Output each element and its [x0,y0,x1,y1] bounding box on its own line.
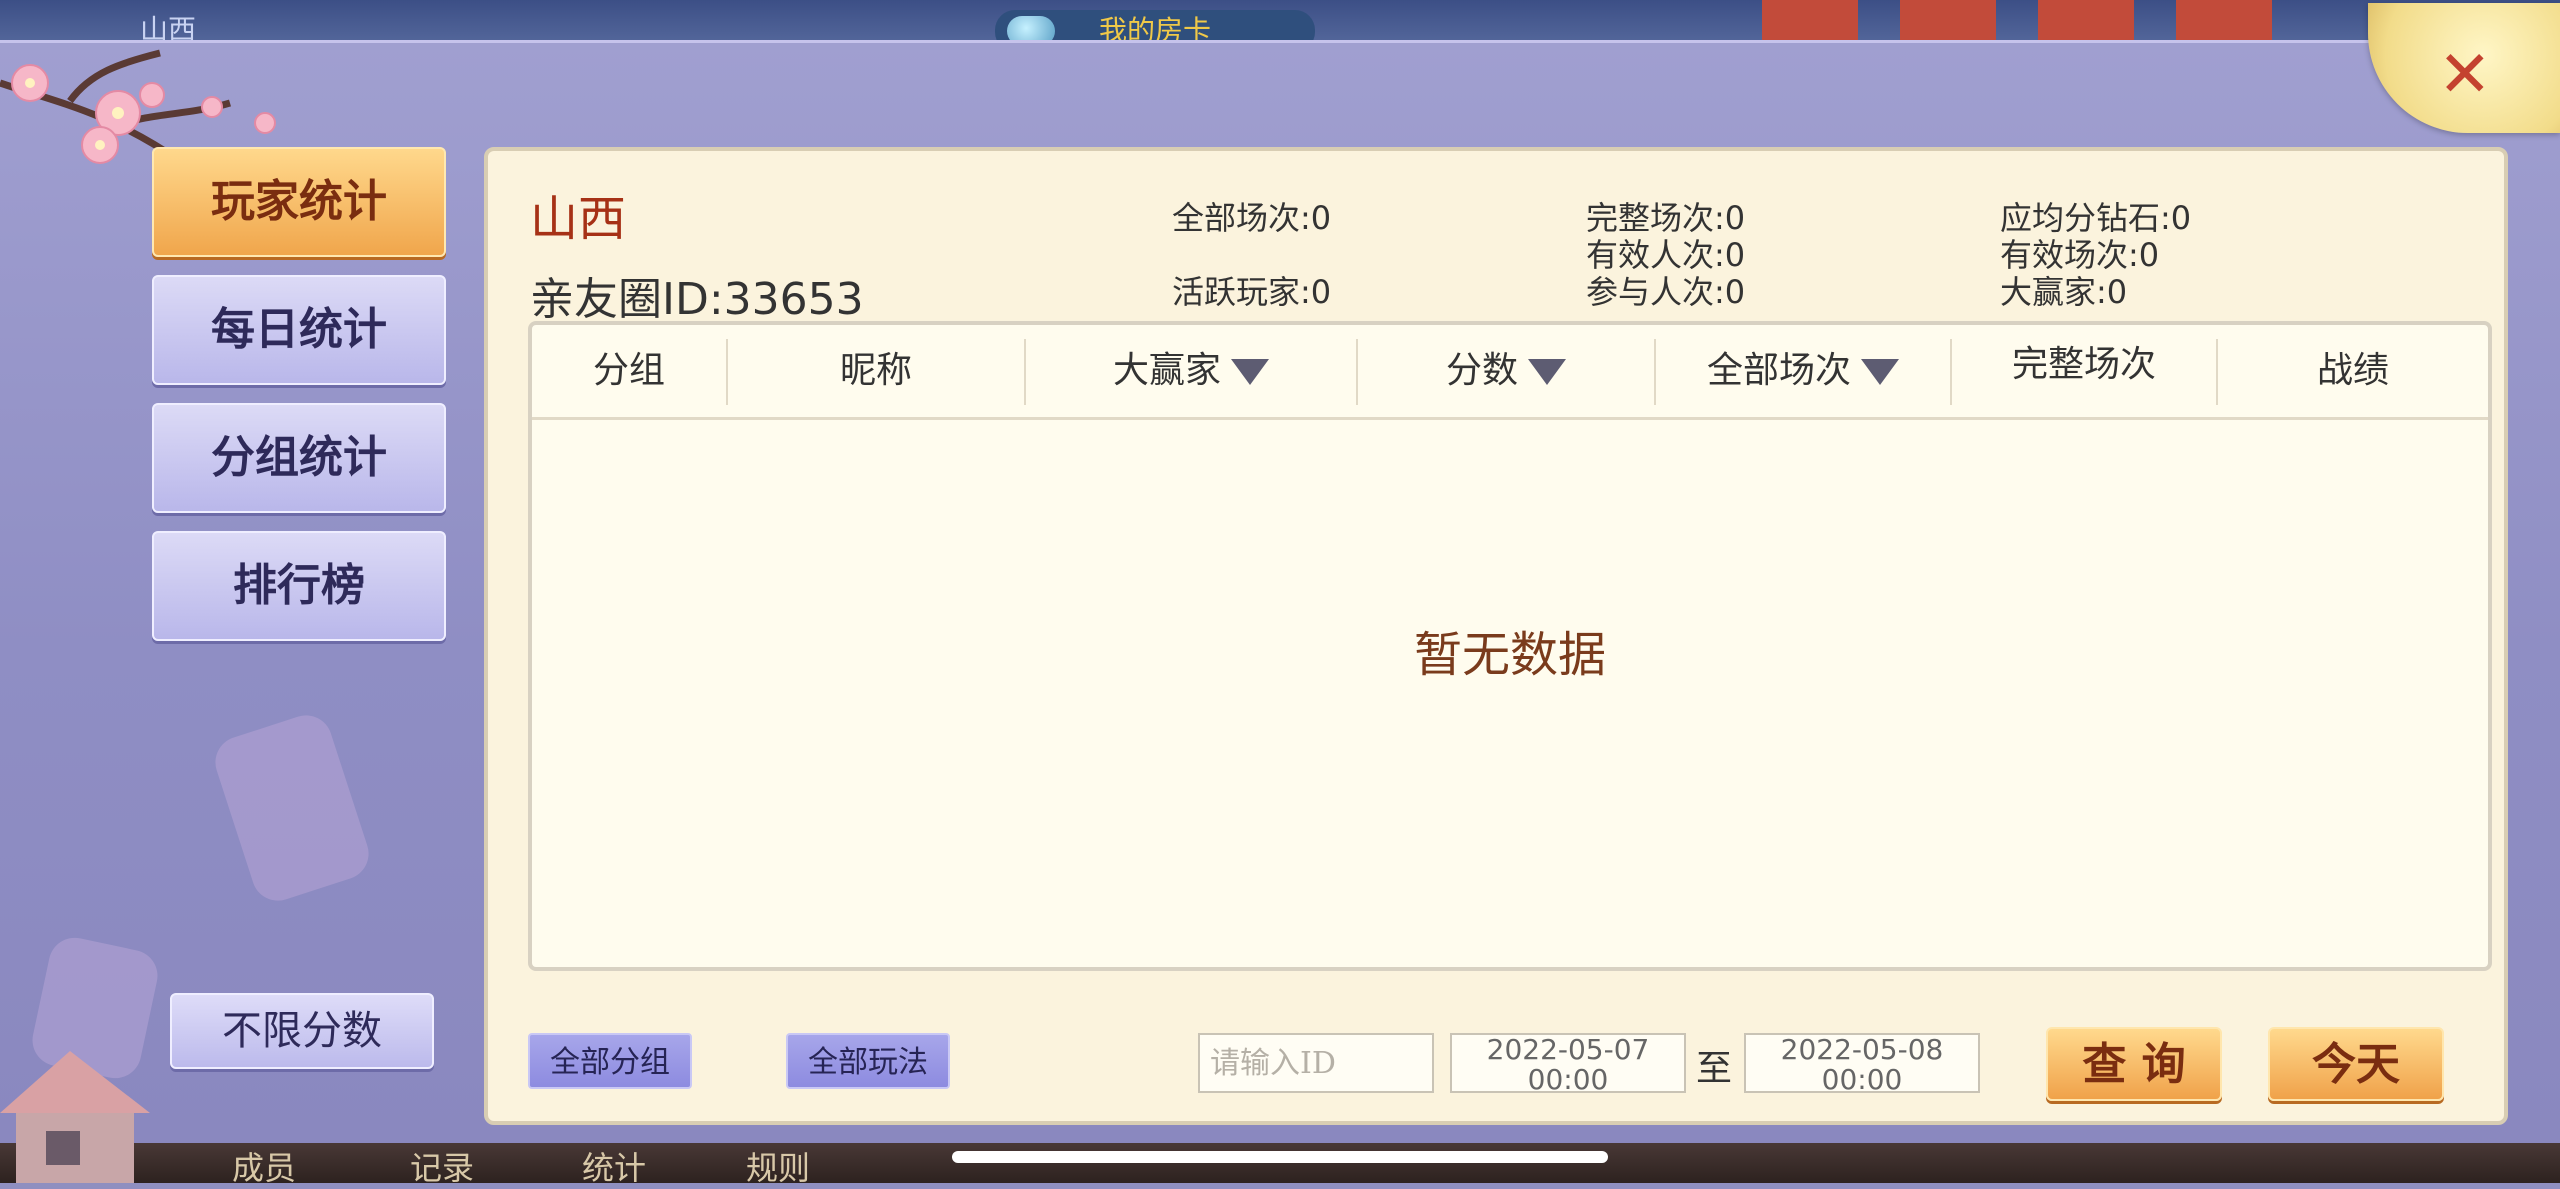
column-header-complete-games: 完整场次 [2011,344,2156,385]
nav-daily-stats[interactable]: 每日统计 [152,275,446,385]
close-button[interactable]: ✕ [2368,3,2560,133]
all-groups-filter-button[interactable]: 全部分组 [528,1033,692,1089]
background-tab-records: 记录 [410,1149,475,1187]
end-date-time: 00:00 [1821,1063,1903,1096]
nav-leaderboard[interactable]: 排行榜 [152,531,446,641]
stat-participant-times: 参与人次:0 [1586,273,1746,311]
start-date-field[interactable]: 2022-05-07 00:00 [1450,1033,1686,1096]
today-button[interactable]: 今天 [2268,1027,2444,1101]
stat-big-winner: 大赢家:0 [2000,273,2128,311]
all-modes-filter-button[interactable]: 全部玩法 [786,1033,950,1089]
pavilion-decoration [0,1051,150,1183]
background-tab-rules: 规则 [746,1149,811,1187]
column-header-big-winner[interactable]: 大赢家 [1026,325,1356,417]
background-tab-members: 成员 [232,1149,297,1187]
sort-down-icon [1231,359,1269,385]
home-indicator[interactable] [952,1151,1608,1163]
background-tab-stats: 统计 [582,1149,647,1187]
stat-total-games: 全部场次:0 [1172,199,1332,237]
sort-down-icon [1528,359,1566,385]
sort-down-icon [1861,359,1899,385]
empty-state-message: 暂无数据 [1413,627,1606,683]
start-date-day: 2022-05-07 [1486,1033,1650,1066]
player-id-input[interactable] [1198,1033,1434,1093]
club-name: 山西 [530,191,627,247]
table-header: 分组 昵称 大赢家 分数 全部场次 完整场次 战绩 [532,325,2488,420]
query-button[interactable]: 查 询 [2046,1027,2222,1101]
stats-panel: 山西 亲友圈ID:33653 全部场次:0 活跃玩家:0 完整场次:0 有效人次… [484,147,2508,1125]
score-limit-button[interactable]: 不限分数 [170,993,434,1069]
close-icon: ✕ [2438,38,2492,112]
end-date-day: 2022-05-08 [1780,1033,1944,1066]
stat-active-players: 活跃玩家:0 [1172,273,1332,311]
column-header-score[interactable]: 分数 [1358,325,1654,417]
club-id: 亲友圈ID:33653 [530,274,864,325]
column-header-group: 分组 [592,350,665,391]
date-range-separator: 至 [1696,1048,1733,1089]
column-header-nickname: 昵称 [839,350,912,391]
column-header-record: 战绩 [2316,350,2389,391]
column-header-total-games[interactable]: 全部场次 [1656,325,1950,417]
nav-group-stats[interactable]: 分组统计 [152,403,446,513]
player-stats-table: 分组 昵称 大赢家 分数 全部场次 完整场次 战绩 暂无数据 [528,321,2492,971]
end-date-field[interactable]: 2022-05-08 00:00 [1744,1033,1980,1096]
dice-decoration [208,708,376,908]
nav-player-stats[interactable]: 玩家统计 [152,147,446,257]
start-date-time: 00:00 [1527,1063,1609,1096]
statistics-dialog: ✕ 玩家统计 每日统计 分组统计 排行榜 不限分数 山西 亲友圈ID:33653… [0,3,2560,1183]
